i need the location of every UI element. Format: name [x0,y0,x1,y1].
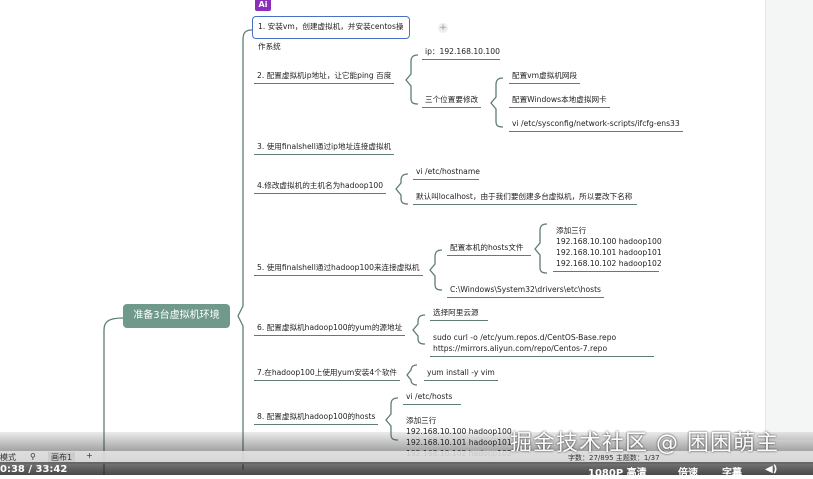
topic-3[interactable]: 3. 使用finalshell通过ip地址连接虚拟机 [254,141,395,155]
topic-2[interactable]: 2. 配置虚拟机ip地址，让它能ping 百度 [254,70,395,84]
line: 192.168.10.102 hadoop102 [556,259,662,268]
add-canvas-button[interactable]: + [86,451,93,460]
topic-4-hostname[interactable]: vi /etc/hostname [413,166,480,180]
line: 添加三行 [406,416,437,425]
volume-icon[interactable]: ◀) [765,464,777,475]
watermark: 掘金技术社区 @ 困困萌主 [510,431,779,456]
topic-5[interactable]: 5. 使用finalshell通过hadoop100来连接虚拟机 [254,262,423,276]
line: sudo curl -o /etc/yum.repos.d/CentOS-Bas… [433,333,617,342]
subtitle-button[interactable]: 字幕 [722,464,742,479]
line: 192.168.10.100 hadoop100 [556,237,662,246]
topic-1-selected[interactable]: 1. 安装vm，创建虚拟机，并安装centos操作系统 [252,16,410,51]
topic-8[interactable]: 8. 配置虚拟机hadoop100的hosts [254,411,379,425]
topic-4-note[interactable]: 默认叫localhost，由于我们要创建多台虚拟机，所以要改下名称 [413,191,637,205]
line: 192.168.10.100 hadoop100 [406,427,512,436]
topic-7[interactable]: 7.在hadoop100上使用yum安装4个软件 [254,367,401,381]
topic-8-vi-hosts[interactable]: vi /etc/hosts [403,391,461,405]
brace-n6 [412,314,426,345]
topic-2-ip[interactable]: ip：192.168.10.100 [422,46,500,60]
pin-icon[interactable]: ⚲ [30,452,36,461]
add-subtopic-button[interactable]: + [438,23,448,33]
line: 192.168.10.101 hadoop101 [406,438,512,447]
main-brace [237,29,253,470]
root-topic[interactable]: 准备3台虚拟机环境 [123,304,230,328]
brace-n5-hosts [534,223,548,274]
topic-2-vm-network[interactable]: 配置vm虚拟机网段 [509,70,581,84]
topic-6[interactable]: 6. 配置虚拟机hadoop100的yum的源地址 [254,322,406,336]
topic-4[interactable]: 4.修改虚拟机的主机名为hadoop100 [254,180,387,194]
speed-button[interactable]: 倍速 [678,464,698,479]
brace-n2 [405,54,419,105]
quality-button[interactable]: 1080P 高清 [588,464,647,479]
topic-5-add-lines[interactable]: 添加三行 192.168.10.100 hadoop100 192.168.10… [553,225,662,272]
line: 添加三行 [556,226,587,235]
line: https://mirrors.aliyun.com/repo/Centos-7… [433,344,608,353]
ai-icon[interactable]: Ai [255,0,271,11]
topic-5-hosts-path[interactable]: C:\Windows\System32\drivers\etc\hosts [447,284,604,298]
topic-2-ifcfg[interactable]: vi /etc/sysconfig/network-scripts/ifcfg-… [509,118,683,132]
brace-n2-three [490,77,504,128]
topic-5-hosts-file[interactable]: 配置本机的hosts文件 [447,242,531,256]
line: 192.168.10.101 hadoop101 [556,248,662,257]
brace-n4 [395,173,409,205]
topic-7-yum-install[interactable]: yum install -y vim [424,367,498,381]
topic-2-three-places[interactable]: 三个位置要修改 [422,94,482,108]
topic-6-curl[interactable]: sudo curl -o /etc/yum.repos.d/CentOS-Bas… [430,332,654,357]
topic-2-windows-nic[interactable]: 配置Windows本地虚拟网卡 [509,94,610,108]
topic-6-aliyun[interactable]: 选择阿里云源 [430,307,488,321]
time-display: 0:38 / 33:42 [0,464,68,475]
brace-n7 [406,364,418,386]
brace-n5 [429,249,443,291]
